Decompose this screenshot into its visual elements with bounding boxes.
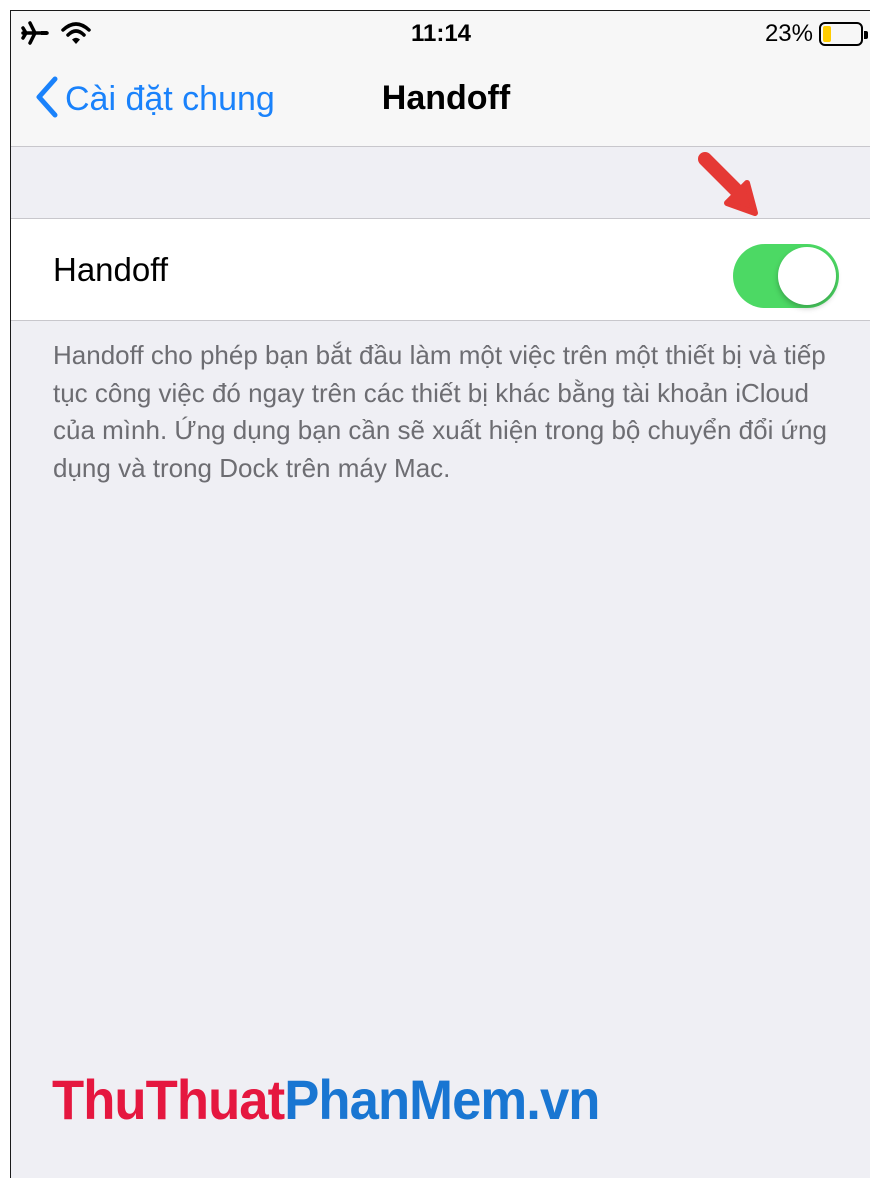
battery-percent: 23%: [764, 20, 813, 47]
battery-icon: [819, 22, 868, 46]
navigation-bar: Cài đặt chung Handoff: [11, 55, 870, 147]
toggle-knob: [778, 247, 836, 305]
watermark-part1: ThuThuat: [52, 1068, 285, 1131]
screen: 11:14 23% Cài đặt chung Handoff Handoff: [10, 10, 870, 1178]
handoff-setting-label: Handoff: [53, 251, 168, 288]
handoff-setting-row: Handoff: [11, 218, 870, 321]
battery-level-fill: [823, 26, 832, 42]
status-bar: 11:14 23%: [11, 11, 870, 55]
page-title: Handoff: [381, 79, 511, 117]
watermark-logo: ThuThuatPhanMem.vn: [52, 1067, 600, 1132]
arrow-pointer-icon: [698, 152, 758, 216]
status-right: 23%: [764, 20, 868, 48]
handoff-description: Handoff cho phép bạn bắt đầu làm một việ…: [53, 340, 827, 483]
watermark-part2: PhanMem: [284, 1068, 527, 1131]
handoff-toggle[interactable]: [733, 244, 839, 308]
status-time: 11:14: [410, 20, 472, 47]
battery-cap: [864, 31, 868, 39]
watermark-part3: .vn: [526, 1068, 600, 1131]
